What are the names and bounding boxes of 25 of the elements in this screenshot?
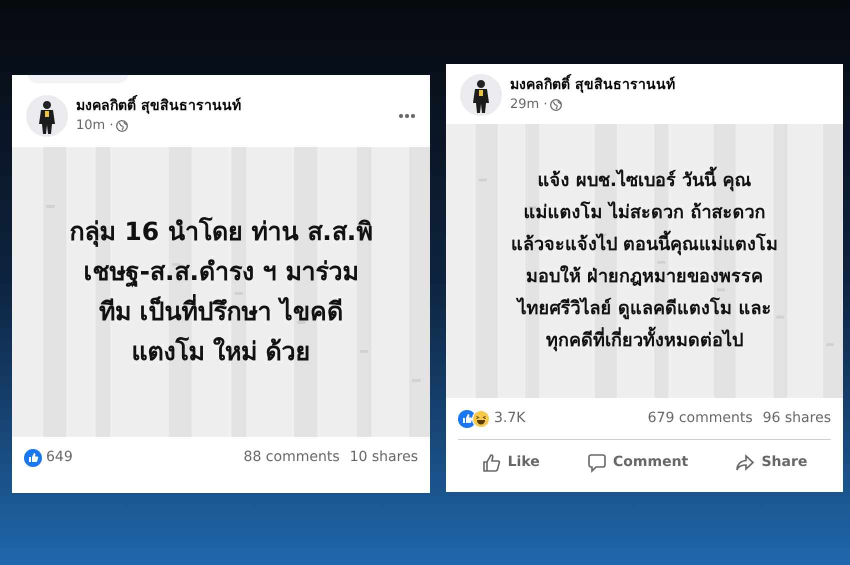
laughing-reaction-icon bbox=[472, 410, 490, 428]
share-arrow-icon bbox=[735, 452, 756, 472]
share-count[interactable]: 10 shares bbox=[350, 447, 418, 468]
like-reaction-icon bbox=[24, 448, 42, 466]
post-text: แจ้ง ผบช.ไซเบอร์ วันนี้ คุณ แม่แตงโม ไม่สะดวก ถ้าสะดวก แล้วจะแจ้งไป ตอนนี้คุณแม่แตงโม มอบให้ ฝ่ายกฎหมายของพรรค ไทยศรีวิไลย์ ดูแลคดีแตงโม และ ทุกคดีที่เกี่ยวทั้งหมดต่อไป bbox=[510, 165, 778, 357]
speech-bubble-icon bbox=[587, 452, 607, 472]
avatar bbox=[26, 95, 68, 137]
post-time: 10m · bbox=[76, 117, 114, 136]
more-options-icon[interactable] bbox=[398, 113, 416, 119]
reaction-count[interactable]: 649 bbox=[46, 447, 73, 468]
author-name[interactable]: มงคลกิตติ์ สุขสินธารานนท์ bbox=[510, 75, 829, 96]
author-name[interactable]: มงคลกิตติ์ สุขสินธารานนท์ bbox=[76, 96, 390, 116]
globe-icon bbox=[116, 120, 128, 132]
comment-count[interactable]: 679 comments bbox=[648, 408, 753, 429]
share-count[interactable]: 96 shares bbox=[762, 408, 831, 429]
post-action-button[interactable]: Like bbox=[472, 448, 550, 477]
reaction-count[interactable]: 3.7K bbox=[494, 408, 526, 429]
thumbs-up-icon bbox=[482, 452, 502, 472]
avatar bbox=[460, 74, 502, 116]
post-action-button[interactable]: Comment bbox=[577, 448, 698, 477]
post-time: 29m · bbox=[510, 96, 548, 114]
post-action-button[interactable]: Share bbox=[725, 448, 818, 477]
globe-icon bbox=[550, 99, 562, 111]
comment-count[interactable]: 88 comments bbox=[244, 447, 340, 468]
post-text: กลุ่ม 16 นำโดย ท่าน ส.ส.พิ เชษฐ-ส.ส.ดำรง ฯ มาร่วม ทีม เป็นที่ปรึกษา ไขคดี แตงโม ใหม่ ด้วย bbox=[70, 216, 372, 368]
